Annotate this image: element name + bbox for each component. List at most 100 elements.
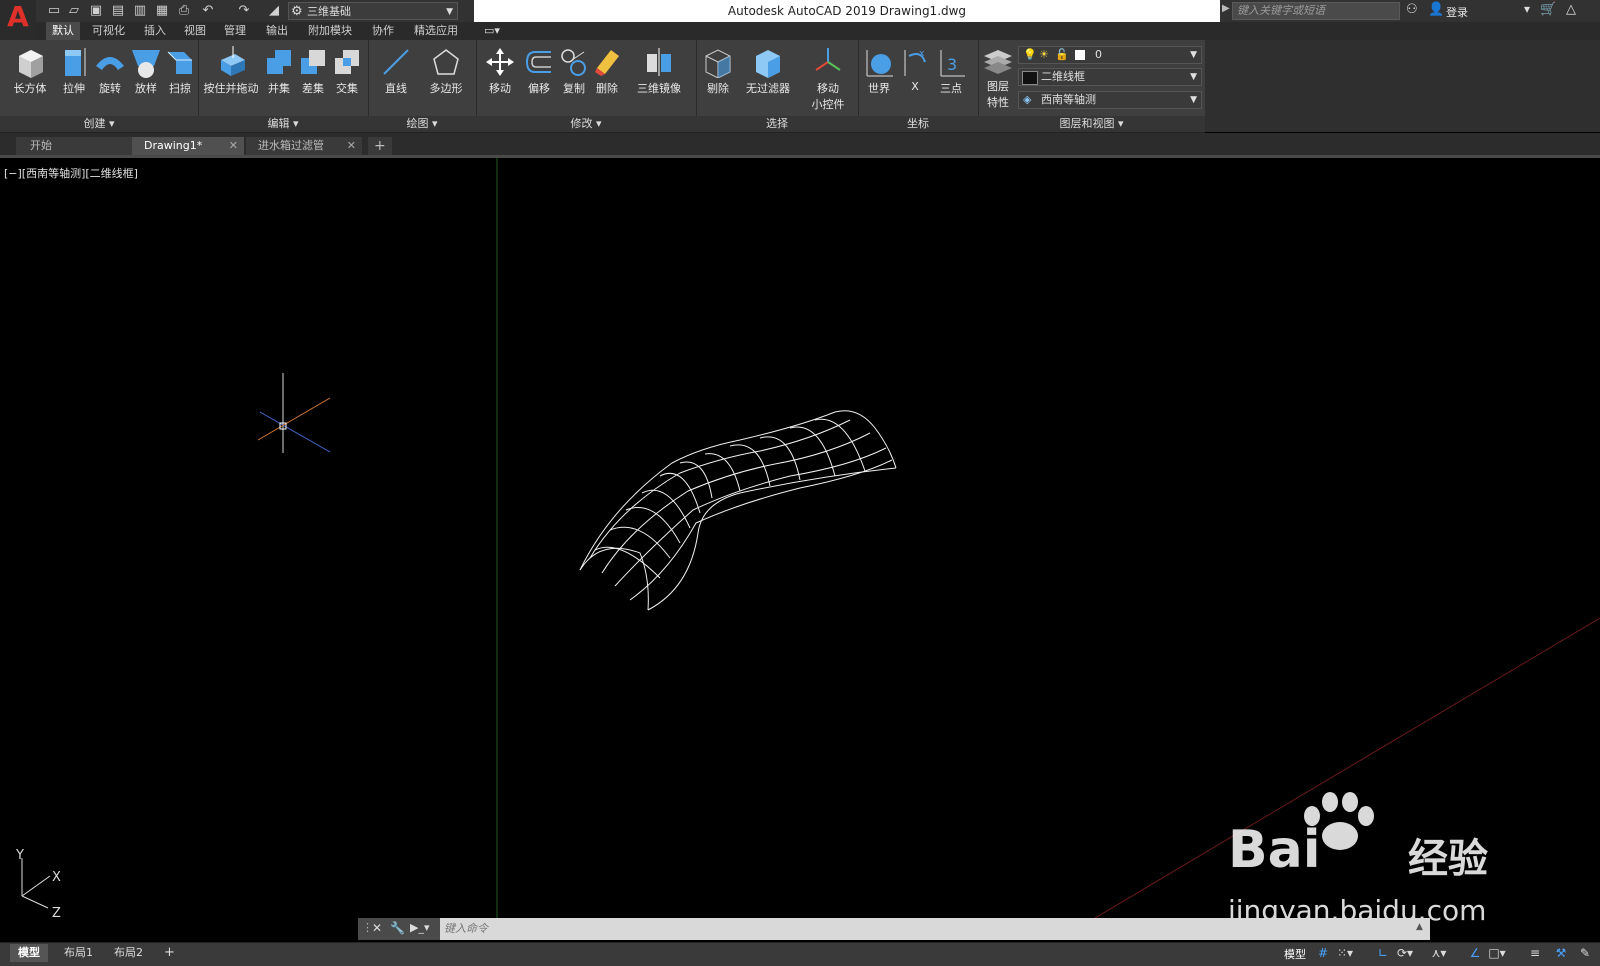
tab-output[interactable]: 输出 — [260, 22, 294, 40]
new-tab-button[interactable]: + — [368, 137, 392, 155]
ucs-world-tool[interactable]: 世界 — [862, 46, 896, 96]
print-icon[interactable]: ⎙ — [176, 3, 192, 19]
dropdown-arrow-icon[interactable]: ▾ — [1524, 2, 1530, 16]
box-icon — [19, 50, 43, 78]
undo-icon[interactable]: ↶ — [200, 3, 216, 19]
tab-featured-apps[interactable]: 精选应用 — [408, 22, 464, 40]
group-edit-label[interactable]: 编辑 ▾ — [198, 116, 368, 132]
move-tool[interactable]: 移动 — [482, 46, 518, 96]
revolve-tool[interactable]: 旋转 — [92, 46, 128, 96]
search-toggle-icon[interactable]: ▶ — [1222, 3, 1230, 14]
offset-tool[interactable]: 偏移 — [522, 46, 556, 96]
snap-icon[interactable]: ⁙▾ — [1336, 945, 1354, 961]
copy-tool[interactable]: 复制 — [556, 46, 592, 96]
layer-properties-tool[interactable]: 图层 特性 — [980, 46, 1016, 110]
presspull-tool[interactable]: 按住并拖动 — [202, 46, 260, 96]
osnap-icon[interactable]: □▾ — [1488, 945, 1506, 961]
ucs-x-tool[interactable]: x X — [898, 46, 932, 93]
customize-icon[interactable]: ≡ — [1526, 945, 1544, 961]
tab-manage[interactable]: 管理 — [218, 22, 252, 40]
publish-icon[interactable]: ▥ — [132, 3, 148, 19]
wrench-icon[interactable]: 🔧 — [390, 921, 405, 935]
extrude-icon — [65, 48, 86, 76]
offset-icon — [525, 51, 551, 73]
share-icon[interactable]: ◢ — [266, 3, 282, 19]
user-icon[interactable]: 👤 — [1428, 2, 1444, 17]
tab-view[interactable]: 视图 — [178, 22, 212, 40]
file-tab-filter-pipe[interactable]: 进水箱过滤管 ✕ — [246, 137, 362, 155]
file-tab-start[interactable]: 开始 — [16, 137, 132, 155]
extrude-tool[interactable]: 拉伸 — [56, 46, 92, 96]
model-space-toggle[interactable]: 模型 — [1284, 946, 1306, 962]
file-tab-drawing1[interactable]: Drawing1* ✕ — [132, 137, 244, 155]
command-history-arrow-icon[interactable]: ▲ — [1416, 922, 1423, 932]
close-icon[interactable]: ✕ — [229, 137, 238, 155]
binoculars-icon[interactable]: ⚇ — [1406, 2, 1418, 17]
group-layers-views-label[interactable]: 图层和视图 ▾ — [978, 116, 1205, 132]
box-tool[interactable]: 长方体 — [8, 46, 52, 96]
tab-addins[interactable]: 附加模块 — [302, 22, 358, 40]
polygon-tool[interactable]: 多边形 — [424, 46, 468, 96]
tab-collaborate[interactable]: 协作 — [366, 22, 400, 40]
command-line-tools: ⋮ ✕ 🔧 ▶_▾ — [358, 918, 440, 940]
no-filter-select[interactable]: 无过滤器 — [740, 46, 796, 96]
layout-tab-layout1[interactable]: 布局1 — [56, 944, 101, 962]
save-as-icon[interactable]: ▤ — [110, 3, 126, 19]
sweep-tool[interactable]: 扫掠 — [162, 46, 198, 96]
cart-icon[interactable]: 🛒 — [1540, 2, 1556, 17]
status-bar — [0, 942, 1600, 966]
search-input[interactable]: 键入关键字或短语 — [1232, 2, 1400, 20]
cull-tool[interactable]: 剔除 — [700, 46, 736, 96]
erase-tool[interactable]: 删除 — [590, 46, 624, 96]
open-file-icon[interactable]: ▱ — [66, 3, 82, 19]
group-draw-label[interactable]: 绘图 ▾ — [368, 116, 476, 132]
plot-icon[interactable]: ▦ — [154, 3, 170, 19]
application-menu-icon[interactable]: A — [0, 0, 36, 40]
intersect-tool[interactable]: 交集 — [330, 46, 364, 96]
save-icon[interactable]: ▣ — [88, 3, 104, 19]
subtract-tool[interactable]: 差集 — [296, 46, 330, 96]
tab-insert[interactable]: 插入 — [138, 22, 172, 40]
annotation-scale-icon[interactable]: ⚒ — [1552, 945, 1570, 961]
autodesk-a360-icon[interactable]: △ — [1566, 2, 1576, 17]
workspace-switch-icon[interactable]: ✎ — [1576, 945, 1594, 961]
group-create-label[interactable]: 创建 ▾ — [0, 116, 198, 132]
gizmo-icon — [815, 48, 841, 71]
group-modify-label[interactable]: 修改 ▾ — [476, 116, 696, 132]
close-icon[interactable]: ✕ — [347, 137, 356, 155]
union-tool[interactable]: 并集 — [262, 46, 296, 96]
add-layout-button[interactable]: + — [156, 944, 183, 962]
line-tool[interactable]: 直线 — [376, 46, 416, 96]
new-file-icon[interactable]: ▭ — [46, 3, 62, 19]
group-coordinates-label[interactable]: 坐标 — [858, 116, 978, 132]
command-input[interactable]: 键入命令 — [440, 918, 1430, 940]
presspull-icon — [221, 46, 245, 76]
visual-style-dropdown[interactable]: 二维线框 ▼ — [1018, 68, 1202, 86]
group-select-label[interactable]: 选择 — [696, 116, 858, 132]
copy-icon — [561, 49, 586, 76]
layout-tab-model[interactable]: 模型 — [10, 944, 48, 962]
globe-icon — [866, 50, 893, 77]
ribbon-empty-area — [1205, 40, 1600, 132]
ucs-3point-tool[interactable]: 3 三点 — [934, 46, 968, 96]
command-prompt-icon[interactable]: ▶_▾ — [410, 921, 429, 934]
layout-tab-layout2[interactable]: 布局2 — [106, 944, 151, 962]
osnap-track-icon[interactable]: ∠ — [1466, 945, 1484, 961]
polar-icon[interactable]: ⟳▾ — [1396, 945, 1414, 961]
isodraft-icon[interactable]: ⋏▾ — [1430, 945, 1448, 961]
login-link[interactable]: 登录 — [1446, 4, 1468, 20]
ribbon-options-icon[interactable]: ▭▾ — [484, 24, 500, 37]
ortho-icon[interactable]: ∟ — [1374, 945, 1392, 961]
loft-tool[interactable]: 放样 — [128, 46, 164, 96]
tab-visualize[interactable]: 可视化 — [86, 22, 131, 40]
3d-mirror-tool[interactable]: 三维镜像 — [630, 46, 688, 96]
workspace-select[interactable]: ⚙ 三维基础 ▼ — [288, 2, 458, 20]
layer-dropdown[interactable]: 💡 ☀ 🔓 0 ▼ — [1018, 46, 1202, 64]
move-gizmo-tool[interactable]: 移动 小控件 — [808, 46, 848, 112]
view-dropdown[interactable]: ◈ 西南等轴测 ▼ — [1018, 91, 1202, 109]
redo-icon[interactable]: ↷ — [236, 3, 252, 19]
tab-default[interactable]: 默认 — [46, 22, 80, 40]
close-icon[interactable]: ✕ — [372, 921, 382, 935]
grid-icon[interactable]: # — [1314, 945, 1332, 961]
watermark-brand-cn: 经验 — [1408, 836, 1488, 882]
